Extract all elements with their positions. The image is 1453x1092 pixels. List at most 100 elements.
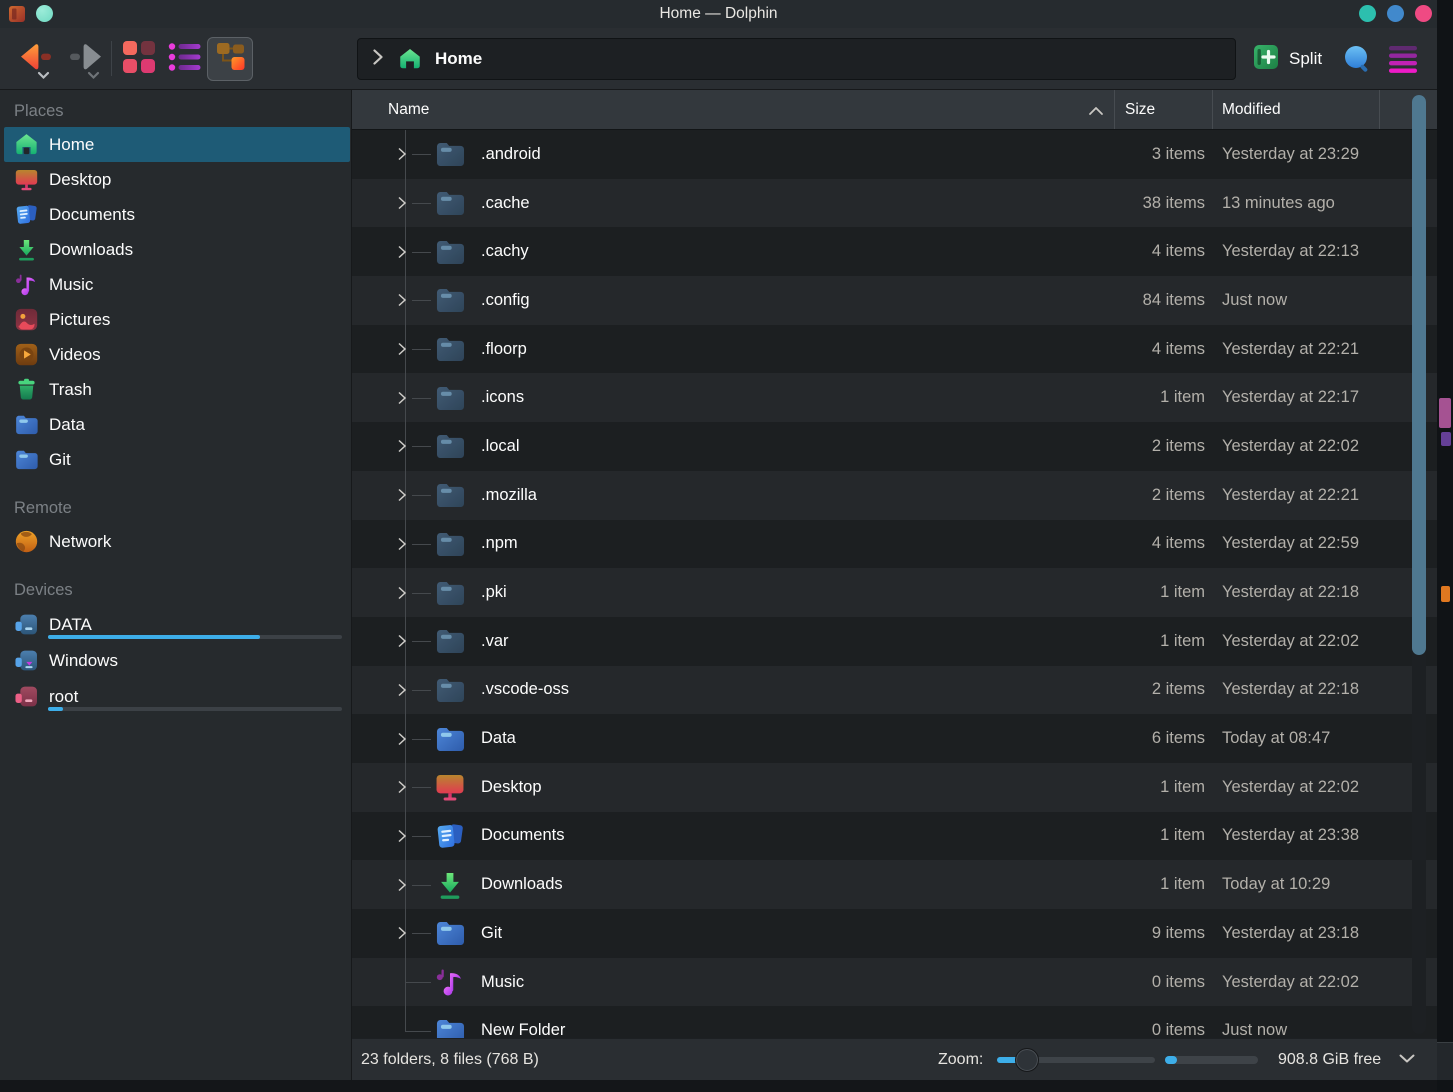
file-modified: Yesterday at 23:38 [1222, 826, 1380, 845]
expand-chevron-icon[interactable] [397, 439, 407, 453]
folder-hidden-icon [433, 235, 467, 269]
vertical-scrollbar[interactable] [1412, 95, 1426, 1034]
sidebar-item-label: Git [49, 450, 71, 470]
sidebar-item-windows[interactable]: Windows [4, 643, 350, 678]
menu-button[interactable] [1388, 44, 1418, 74]
expand-chevron-icon[interactable] [397, 634, 407, 648]
file-name: .pki [481, 583, 1095, 602]
table-row[interactable]: Downloads1 itemToday at 10:29 [352, 860, 1437, 909]
expand-chevron-icon[interactable] [397, 732, 407, 746]
expand-chevron-icon[interactable] [397, 342, 407, 356]
column-header-size[interactable]: Size [1115, 90, 1213, 129]
search-button[interactable] [1342, 44, 1372, 74]
sidebar-item-music[interactable]: Music [4, 267, 350, 302]
table-row[interactable]: New Folder0 itemsJust now [352, 1006, 1437, 1038]
expand-chevron-icon[interactable] [397, 926, 407, 940]
screen: Home — Dolphin [0, 0, 1453, 1092]
back-history-chevron-icon[interactable] [37, 67, 50, 85]
table-row[interactable]: Desktop1 itemYesterday at 22:02 [352, 763, 1437, 812]
table-row[interactable]: .icons1 itemYesterday at 22:17 [352, 373, 1437, 422]
sidebar-item-videos[interactable]: Videos [4, 337, 350, 372]
column-header-modified[interactable]: Modified [1213, 90, 1380, 129]
file-size: 4 items [1095, 242, 1205, 261]
table-row[interactable]: .config84 itemsJust now [352, 276, 1437, 325]
sidebar-item-git[interactable]: Git [4, 442, 350, 477]
folder-hidden-icon [433, 576, 467, 610]
zoom-slider[interactable] [997, 1057, 1155, 1063]
dolphin-window: Home — Dolphin [0, 0, 1437, 1080]
folder-icon [433, 916, 467, 950]
background-fragment [1437, 1042, 1453, 1080]
sidebar-item-pictures[interactable]: Pictures [4, 302, 350, 337]
sidebar-item-network[interactable]: Network [4, 524, 350, 559]
downloads-icon [13, 236, 40, 263]
table-row[interactable]: .mozilla2 itemsYesterday at 22:21 [352, 471, 1437, 520]
table-row[interactable]: .floorp4 itemsYesterday at 22:21 [352, 325, 1437, 374]
trash-icon [13, 376, 40, 403]
forward-button[interactable] [62, 34, 108, 86]
expand-chevron-icon[interactable] [397, 245, 407, 259]
file-modified: Yesterday at 22:18 [1222, 680, 1380, 699]
expand-chevron-icon[interactable] [397, 683, 407, 697]
file-view: Name Size Modified .android3 itemsYester… [352, 90, 1437, 1038]
table-row[interactable]: Data6 itemsToday at 08:47 [352, 714, 1437, 763]
table-row[interactable]: .npm4 itemsYesterday at 22:59 [352, 520, 1437, 569]
file-size: 3 items [1095, 145, 1205, 164]
expand-chevron-icon[interactable] [397, 391, 407, 405]
expand-chevron-icon[interactable] [397, 829, 407, 843]
sidebar-item-documents[interactable]: Documents [4, 197, 350, 232]
tree-branch [352, 520, 433, 569]
column-header-name[interactable]: Name [352, 90, 1115, 129]
location-bar[interactable]: Home [357, 38, 1236, 80]
expand-chevron-icon[interactable] [397, 878, 407, 892]
window-close-button[interactable] [1415, 5, 1432, 22]
tree-branch [352, 179, 433, 228]
sort-ascending-icon [1088, 103, 1104, 121]
sidebar-item-data[interactable]: Data [4, 407, 350, 442]
scrollbar-thumb[interactable] [1412, 95, 1426, 655]
file-name: .mozilla [481, 486, 1095, 505]
table-row[interactable]: .var1 itemYesterday at 22:02 [352, 617, 1437, 666]
sidebar-item-home[interactable]: Home [4, 127, 350, 162]
sidebar-item-data[interactable]: DATA [4, 606, 350, 643]
zoom-slider-handle[interactable] [1015, 1048, 1039, 1072]
expand-chevron-icon[interactable] [397, 196, 407, 210]
sidebar-item-trash[interactable]: Trash [4, 372, 350, 407]
table-row[interactable]: Documents1 itemYesterday at 23:38 [352, 812, 1437, 861]
breadcrumb-home[interactable]: Home [435, 49, 482, 69]
sidebar-item-label: Trash [49, 380, 92, 400]
table-row[interactable]: .cache38 items13 minutes ago [352, 179, 1437, 228]
table-row[interactable]: .cachy4 itemsYesterday at 22:13 [352, 227, 1437, 276]
breadcrumb-chevron-icon[interactable] [372, 48, 384, 71]
details-view-button[interactable] [163, 37, 207, 81]
sidebar-item-root[interactable]: root [4, 678, 350, 715]
free-space-bar [1165, 1056, 1258, 1064]
tree-branch [352, 1006, 433, 1038]
expand-chevron-icon[interactable] [397, 488, 407, 502]
table-row[interactable]: .android3 itemsYesterday at 23:29 [352, 130, 1437, 179]
table-row[interactable]: Git9 itemsYesterday at 23:18 [352, 909, 1437, 958]
window-minimize-button[interactable] [1359, 5, 1376, 22]
file-name: Desktop [481, 778, 1095, 797]
drive-windows-icon [13, 647, 40, 674]
back-button[interactable] [12, 34, 58, 86]
split-button[interactable]: Split [1252, 38, 1322, 80]
window-maximize-button[interactable] [1387, 5, 1404, 22]
file-name: .var [481, 632, 1095, 651]
table-row[interactable]: Music0 itemsYesterday at 22:02 [352, 958, 1437, 1007]
expand-chevron-icon[interactable] [397, 147, 407, 161]
forward-history-chevron-icon[interactable] [87, 67, 100, 85]
sidebar-item-desktop[interactable]: Desktop [4, 162, 350, 197]
free-space-menu-chevron-icon[interactable] [1398, 1052, 1416, 1070]
expand-chevron-icon[interactable] [397, 537, 407, 551]
tree-view-button[interactable] [207, 37, 253, 81]
sidebar-item-downloads[interactable]: Downloads [4, 232, 350, 267]
expand-chevron-icon[interactable] [397, 293, 407, 307]
expand-chevron-icon[interactable] [397, 780, 407, 794]
table-row[interactable]: .pki1 itemYesterday at 22:18 [352, 568, 1437, 617]
sidebar-item-label: Desktop [49, 170, 111, 190]
table-row[interactable]: .vscode-oss2 itemsYesterday at 22:18 [352, 666, 1437, 715]
table-row[interactable]: .local2 itemsYesterday at 22:02 [352, 422, 1437, 471]
expand-chevron-icon[interactable] [397, 586, 407, 600]
icons-view-button[interactable] [117, 37, 161, 81]
